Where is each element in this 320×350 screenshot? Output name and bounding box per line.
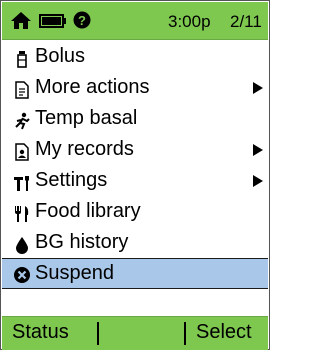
menu-item-label: Bolus <box>35 45 86 67</box>
softkey-divider <box>184 322 186 345</box>
softkey-bar: Status Select <box>2 316 268 350</box>
menu-item-label: BG history <box>35 231 129 253</box>
menu-item-settings[interactable]: Settings <box>2 165 268 196</box>
menu-item-my-records[interactable]: My records <box>2 134 268 165</box>
menu-item-temp-basal[interactable]: Temp basal <box>2 103 268 134</box>
submenu-arrow-icon <box>253 144 263 156</box>
blood-drop-icon <box>13 233 31 254</box>
menu-item-label: My records <box>35 138 134 160</box>
svg-text:?: ? <box>78 13 86 28</box>
select-softkey[interactable]: Select <box>196 321 252 344</box>
menu-item-label: Settings <box>35 169 108 191</box>
submenu-arrow-icon <box>253 82 263 94</box>
running-person-icon <box>13 109 31 130</box>
fork-knife-icon <box>13 202 31 222</box>
status-softkey[interactable]: Status <box>12 321 69 344</box>
current-date: 2/11 <box>230 12 262 31</box>
pdm-screen: ? 3:00p 2/11 Bolus More actions Temp bas… <box>0 0 270 350</box>
tools-icon <box>13 171 31 191</box>
help-icon: ? <box>73 11 91 34</box>
records-icon <box>13 140 31 161</box>
menu-item-bolus[interactable]: Bolus <box>2 41 268 72</box>
softkey-divider <box>97 322 99 345</box>
menu-item-more-actions[interactable]: More actions <box>2 72 268 103</box>
vial-icon <box>13 47 31 68</box>
menu-item-suspend[interactable]: Suspend <box>2 258 268 289</box>
home-icon <box>10 11 32 35</box>
menu-item-food-library[interactable]: Food library <box>2 196 268 227</box>
menu-item-label: Food library <box>35 200 141 222</box>
submenu-arrow-icon <box>253 175 263 187</box>
menu-item-bg-history[interactable]: BG history <box>2 227 268 258</box>
document-icon <box>13 78 31 99</box>
menu-item-label: More actions <box>35 76 150 98</box>
clock-time: 3:00p <box>168 12 211 31</box>
battery-icon <box>39 14 67 33</box>
status-bar: ? 3:00p 2/11 <box>2 2 268 40</box>
stop-x-icon <box>13 264 31 283</box>
menu-item-label: Temp basal <box>35 107 138 129</box>
main-menu: Bolus More actions Temp basal My records… <box>2 41 268 321</box>
menu-item-label: Suspend <box>35 262 114 284</box>
